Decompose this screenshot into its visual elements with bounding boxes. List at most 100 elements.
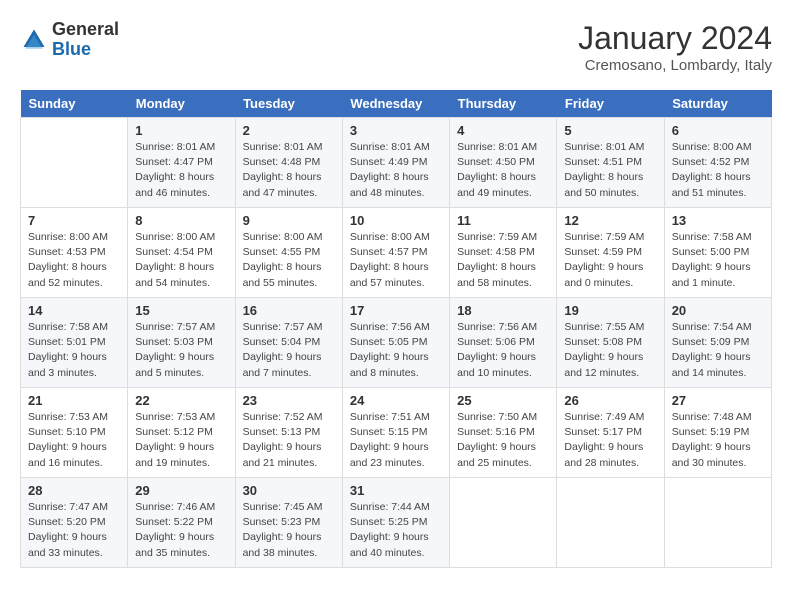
day-info: Sunrise: 7:57 AMSunset: 5:04 PMDaylight:… xyxy=(243,320,335,381)
day-number: 22 xyxy=(135,393,227,408)
calendar-cell: 29 Sunrise: 7:46 AMSunset: 5:22 PMDayligh… xyxy=(128,478,235,568)
calendar-cell: 14 Sunrise: 7:58 AMSunset: 5:01 PMDayligh… xyxy=(21,298,128,388)
day-number: 29 xyxy=(135,483,227,498)
page-header: General Blue January 2024 Cremosano, Lom… xyxy=(20,20,772,74)
calendar-cell: 25 Sunrise: 7:50 AMSunset: 5:16 PMDayligh… xyxy=(450,388,557,478)
day-info: Sunrise: 8:00 AMSunset: 4:54 PMDaylight:… xyxy=(135,230,227,291)
calendar-week-4: 21 Sunrise: 7:53 AMSunset: 5:10 PMDayligh… xyxy=(21,388,772,478)
day-number: 18 xyxy=(457,303,549,318)
day-number: 7 xyxy=(28,213,120,228)
day-number: 20 xyxy=(672,303,764,318)
calendar-cell: 27 Sunrise: 7:48 AMSunset: 5:19 PMDayligh… xyxy=(664,388,771,478)
logo: General Blue xyxy=(20,20,119,60)
day-number: 17 xyxy=(350,303,442,318)
day-info: Sunrise: 7:53 AMSunset: 5:10 PMDaylight:… xyxy=(28,410,120,471)
day-info: Sunrise: 7:55 AMSunset: 5:08 PMDaylight:… xyxy=(564,320,656,381)
calendar-cell: 8 Sunrise: 8:00 AMSunset: 4:54 PMDaylight… xyxy=(128,208,235,298)
weekday-thursday: Thursday xyxy=(450,90,557,118)
day-info: Sunrise: 7:53 AMSunset: 5:12 PMDaylight:… xyxy=(135,410,227,471)
calendar-cell: 24Sunrise: 7:51 AMSunset: 5:15 PMDayligh… xyxy=(342,388,449,478)
day-info: Sunrise: 8:00 AMSunset: 4:53 PMDaylight:… xyxy=(28,230,120,291)
day-info: Sunrise: 7:54 AMSunset: 5:09 PMDaylight:… xyxy=(672,320,764,381)
calendar-cell: 23Sunrise: 7:52 AMSunset: 5:13 PMDayligh… xyxy=(235,388,342,478)
day-info: Sunrise: 7:50 AMSunset: 5:16 PMDaylight:… xyxy=(457,410,549,471)
day-info: Sunrise: 7:49 AMSunset: 5:17 PMDaylight:… xyxy=(564,410,656,471)
calendar-cell: 19Sunrise: 7:55 AMSunset: 5:08 PMDayligh… xyxy=(557,298,664,388)
weekday-friday: Friday xyxy=(557,90,664,118)
calendar-cell: 13 Sunrise: 7:58 AMSunset: 5:00 PMDayligh… xyxy=(664,208,771,298)
day-number: 25 xyxy=(457,393,549,408)
calendar-cell: 2Sunrise: 8:01 AMSunset: 4:48 PMDaylight… xyxy=(235,118,342,208)
title-block: January 2024 Cremosano, Lombardy, Italy xyxy=(578,20,772,74)
day-info: Sunrise: 7:58 AMSunset: 5:01 PMDaylight:… xyxy=(28,320,120,381)
logo-blue: Blue xyxy=(52,39,91,59)
calendar-cell: 18Sunrise: 7:56 AMSunset: 5:06 PMDayligh… xyxy=(450,298,557,388)
weekday-monday: Monday xyxy=(128,90,235,118)
weekday-header-row: SundayMondayTuesdayWednesdayThursdayFrid… xyxy=(21,90,772,118)
calendar-cell xyxy=(21,118,128,208)
weekday-wednesday: Wednesday xyxy=(342,90,449,118)
day-number: 4 xyxy=(457,123,549,138)
calendar-cell: 22 Sunrise: 7:53 AMSunset: 5:12 PMDayligh… xyxy=(128,388,235,478)
calendar-cell: 11 Sunrise: 7:59 AMSunset: 4:58 PMDayligh… xyxy=(450,208,557,298)
day-info: Sunrise: 8:00 AMSunset: 4:55 PMDaylight:… xyxy=(243,230,335,291)
calendar-cell xyxy=(450,478,557,568)
day-number: 27 xyxy=(672,393,764,408)
calendar-cell: 30 Sunrise: 7:45 AMSunset: 5:23 PMDayligh… xyxy=(235,478,342,568)
day-number: 3 xyxy=(350,123,442,138)
calendar-cell: 28Sunrise: 7:47 AMSunset: 5:20 PMDayligh… xyxy=(21,478,128,568)
calendar-cell: 31Sunrise: 7:44 AMSunset: 5:25 PMDayligh… xyxy=(342,478,449,568)
day-info: Sunrise: 7:59 AMSunset: 4:58 PMDaylight:… xyxy=(457,230,549,291)
location: Cremosano, Lombardy, Italy xyxy=(578,57,772,74)
calendar-cell: 16 Sunrise: 7:57 AMSunset: 5:04 PMDayligh… xyxy=(235,298,342,388)
day-info: Sunrise: 7:57 AMSunset: 5:03 PMDaylight:… xyxy=(135,320,227,381)
day-number: 5 xyxy=(564,123,656,138)
calendar-week-1: 1 Sunrise: 8:01 AMSunset: 4:47 PMDaylight… xyxy=(21,118,772,208)
day-number: 21 xyxy=(28,393,120,408)
calendar-cell: 10Sunrise: 8:00 AMSunset: 4:57 PMDayligh… xyxy=(342,208,449,298)
day-info: Sunrise: 8:01 AMSunset: 4:51 PMDaylight:… xyxy=(564,140,656,201)
day-info: Sunrise: 7:58 AMSunset: 5:00 PMDaylight:… xyxy=(672,230,764,291)
day-number: 15 xyxy=(135,303,227,318)
month-title: January 2024 xyxy=(578,20,772,57)
day-info: Sunrise: 7:45 AMSunset: 5:23 PMDaylight:… xyxy=(243,500,335,561)
day-number: 9 xyxy=(243,213,335,228)
day-info: Sunrise: 8:01 AMSunset: 4:47 PMDaylight:… xyxy=(135,140,227,201)
calendar-cell: 15 Sunrise: 7:57 AMSunset: 5:03 PMDayligh… xyxy=(128,298,235,388)
day-info: Sunrise: 8:01 AMSunset: 4:50 PMDaylight:… xyxy=(457,140,549,201)
day-info: Sunrise: 7:46 AMSunset: 5:22 PMDaylight:… xyxy=(135,500,227,561)
calendar-cell: 9 Sunrise: 8:00 AMSunset: 4:55 PMDaylight… xyxy=(235,208,342,298)
calendar-cell: 20 Sunrise: 7:54 AMSunset: 5:09 PMDayligh… xyxy=(664,298,771,388)
day-number: 10 xyxy=(350,213,442,228)
day-number: 14 xyxy=(28,303,120,318)
day-number: 8 xyxy=(135,213,227,228)
day-number: 23 xyxy=(243,393,335,408)
calendar-week-2: 7 Sunrise: 8:00 AMSunset: 4:53 PMDaylight… xyxy=(21,208,772,298)
calendar-cell: 6Sunrise: 8:00 AMSunset: 4:52 PMDaylight… xyxy=(664,118,771,208)
day-number: 13 xyxy=(672,213,764,228)
calendar-cell xyxy=(664,478,771,568)
calendar-cell: 17 Sunrise: 7:56 AMSunset: 5:05 PMDayligh… xyxy=(342,298,449,388)
day-number: 12 xyxy=(564,213,656,228)
day-number: 16 xyxy=(243,303,335,318)
calendar-cell: 3Sunrise: 8:01 AMSunset: 4:49 PMDaylight… xyxy=(342,118,449,208)
calendar-cell: 7 Sunrise: 8:00 AMSunset: 4:53 PMDaylight… xyxy=(21,208,128,298)
calendar-body: 1 Sunrise: 8:01 AMSunset: 4:47 PMDaylight… xyxy=(21,118,772,568)
day-number: 24 xyxy=(350,393,442,408)
day-number: 1 xyxy=(135,123,227,138)
day-number: 6 xyxy=(672,123,764,138)
weekday-saturday: Saturday xyxy=(664,90,771,118)
calendar-week-3: 14 Sunrise: 7:58 AMSunset: 5:01 PMDayligh… xyxy=(21,298,772,388)
calendar-cell xyxy=(557,478,664,568)
calendar-week-5: 28Sunrise: 7:47 AMSunset: 5:20 PMDayligh… xyxy=(21,478,772,568)
calendar-cell: 12 Sunrise: 7:59 AMSunset: 4:59 PMDayligh… xyxy=(557,208,664,298)
day-info: Sunrise: 7:56 AMSunset: 5:05 PMDaylight:… xyxy=(350,320,442,381)
calendar-cell: 21 Sunrise: 7:53 AMSunset: 5:10 PMDayligh… xyxy=(21,388,128,478)
day-number: 30 xyxy=(243,483,335,498)
calendar-cell: 26Sunrise: 7:49 AMSunset: 5:17 PMDayligh… xyxy=(557,388,664,478)
day-info: Sunrise: 7:44 AMSunset: 5:25 PMDaylight:… xyxy=(350,500,442,561)
day-number: 28 xyxy=(28,483,120,498)
day-info: Sunrise: 7:48 AMSunset: 5:19 PMDaylight:… xyxy=(672,410,764,471)
day-number: 11 xyxy=(457,213,549,228)
day-info: Sunrise: 7:59 AMSunset: 4:59 PMDaylight:… xyxy=(564,230,656,291)
